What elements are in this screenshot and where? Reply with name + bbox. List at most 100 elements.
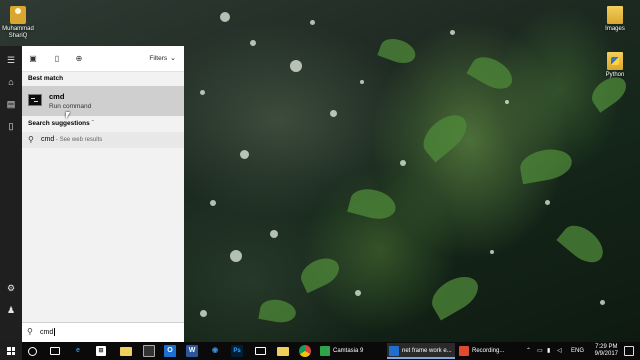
clock-time: 7:29 PM	[595, 344, 618, 350]
text-caret	[54, 328, 56, 336]
store-icon[interactable]: ⊞	[96, 346, 106, 356]
device-icon[interactable]: ▯	[5, 120, 17, 132]
desktop-icon-python[interactable]: Python	[591, 52, 639, 79]
recording-icon	[459, 346, 469, 356]
taskbar-app-recording[interactable]: Recording...	[457, 343, 523, 359]
wallpaper-raindrop	[200, 90, 205, 95]
search-suggestions-heading: Search suggestions ˆ	[28, 120, 94, 127]
wallpaper-raindrop	[230, 250, 242, 262]
web-icon[interactable]: ⊕	[74, 54, 84, 64]
mouse-cursor	[66, 112, 70, 119]
desktop-icon-user[interactable]: Muhammad ShariQ	[0, 6, 42, 40]
wallpaper-leaf	[517, 145, 575, 185]
wallpaper-raindrop	[545, 200, 550, 205]
settings-icon[interactable]: ⚙	[5, 282, 17, 294]
wallpaper-leaf	[425, 269, 485, 321]
word-icon[interactable]: W	[186, 345, 198, 357]
network-icon[interactable]: ▭	[537, 342, 543, 360]
windows-logo-icon	[7, 347, 15, 355]
search-input[interactable]: cmd	[40, 328, 56, 336]
volume-icon[interactable]: ◁	[557, 342, 562, 360]
desktop-icon-images[interactable]: Images	[591, 6, 639, 33]
wallpaper-raindrop	[450, 30, 455, 35]
desktop-icon-label: Python	[605, 72, 625, 78]
hamburger-icon[interactable]: ☰	[5, 54, 17, 66]
wallpaper-leaf	[258, 297, 298, 325]
wallpaper-raindrop	[490, 250, 494, 254]
taskbar-search-box[interactable]: ⚲ cmd	[22, 322, 184, 342]
taskbar-app-label: net frame work e...	[402, 348, 452, 354]
wallpaper-raindrop	[600, 300, 605, 305]
mail-icon[interactable]	[255, 347, 266, 355]
wallpaper-raindrop	[505, 100, 509, 104]
tray-language[interactable]: ENG	[571, 342, 584, 360]
search-suggestion-item[interactable]: ⚲ cmd - See web results	[22, 132, 184, 148]
search-icon: ⚲	[27, 327, 33, 336]
edge-icon[interactable]: e	[72, 345, 84, 357]
notifications-icon[interactable]	[624, 346, 634, 356]
tray-chevron-up-icon[interactable]: ⌃	[526, 342, 531, 360]
wallpaper-raindrop	[330, 110, 337, 117]
search-filter-bar: ▣ ▯ ⊕ Filters ⌄	[22, 46, 184, 72]
taskbar-app-browser[interactable]: net frame work e...	[387, 343, 455, 359]
photoshop-icon[interactable]: Ps	[231, 345, 243, 357]
task-view-icon[interactable]	[50, 347, 60, 355]
wallpaper-raindrop	[270, 230, 278, 238]
taskbar-app-label: Camtasia 9	[333, 348, 364, 354]
apps-icon[interactable]: ▣	[28, 54, 38, 64]
wallpaper-leaf	[347, 184, 399, 224]
chevron-up-icon: ˆ	[91, 120, 94, 127]
suggestion-hint: - See web results	[54, 137, 103, 143]
wallpaper-raindrop	[240, 150, 249, 159]
filters-label: Filters	[149, 55, 168, 62]
taskbar: e ⊞ O W ◉ Ps Camtasia 9 net frame work e…	[0, 342, 640, 360]
wallpaper-leaf	[556, 218, 610, 270]
best-match-subtitle: Run command	[49, 103, 92, 110]
battery-icon[interactable]: ▮	[547, 342, 550, 360]
user-folder-icon	[10, 6, 26, 24]
best-match-heading: Best match	[28, 75, 64, 82]
home-icon[interactable]: ⌂	[5, 76, 17, 88]
start-menu-panel: ▣ ▯ ⊕ Filters ⌄ Best match cmd Run comman…	[22, 46, 184, 342]
system-clock[interactable]: 7:29 PM 9/9/2017	[595, 344, 618, 358]
suggestion-text: cmd - See web results	[41, 136, 102, 143]
documents-filter-icon[interactable]: ▯	[52, 54, 62, 64]
best-match-title: cmd	[49, 92, 65, 101]
cortana-icon[interactable]	[28, 346, 37, 356]
wallpaper-raindrop	[250, 40, 256, 46]
wallpaper-raindrop	[310, 20, 315, 25]
wallpaper-leaf	[377, 34, 419, 68]
wallpaper-raindrop	[355, 290, 361, 296]
search-input-value: cmd	[40, 328, 54, 336]
onedrive-icon[interactable]: ◉	[209, 345, 221, 357]
folder-icon[interactable]	[277, 347, 289, 356]
file-explorer-icon[interactable]	[120, 347, 132, 356]
taskbar-app-camtasia[interactable]: Camtasia 9	[318, 343, 384, 359]
wallpaper-raindrop	[210, 200, 216, 206]
wallpaper-raindrop	[360, 80, 364, 84]
python-folder-icon	[607, 52, 623, 70]
filters-dropdown[interactable]: Filters ⌄	[149, 54, 176, 62]
wallpaper-leaf	[416, 107, 474, 163]
chrome-icon[interactable]	[299, 345, 311, 357]
outlook-icon[interactable]: O	[164, 345, 176, 357]
start-menu-rail: ☰ ⌂ ▤ ▯ ⚙ ♟	[0, 46, 22, 342]
user-icon[interactable]: ♟	[5, 304, 17, 316]
desktop-icon-label: Muhammad ShariQ	[2, 26, 34, 39]
suggestion-term: cmd	[41, 136, 55, 143]
wallpaper-raindrop	[200, 310, 207, 317]
terminal-icon[interactable]	[143, 345, 155, 357]
command-prompt-icon	[28, 94, 42, 106]
best-match-result[interactable]: cmd Run command	[22, 86, 184, 116]
browser-icon	[389, 346, 399, 356]
documents-icon[interactable]: ▤	[5, 98, 17, 110]
folder-icon	[607, 6, 623, 24]
chevron-down-icon: ⌄	[170, 55, 176, 62]
start-button[interactable]	[0, 342, 22, 360]
clock-date: 9/9/2017	[594, 351, 618, 357]
wallpaper-raindrop	[220, 12, 230, 22]
camtasia-icon	[320, 346, 330, 356]
wallpaper-raindrop	[400, 160, 406, 166]
wallpaper-leaf	[466, 50, 518, 96]
search-icon: ⚲	[28, 135, 34, 144]
